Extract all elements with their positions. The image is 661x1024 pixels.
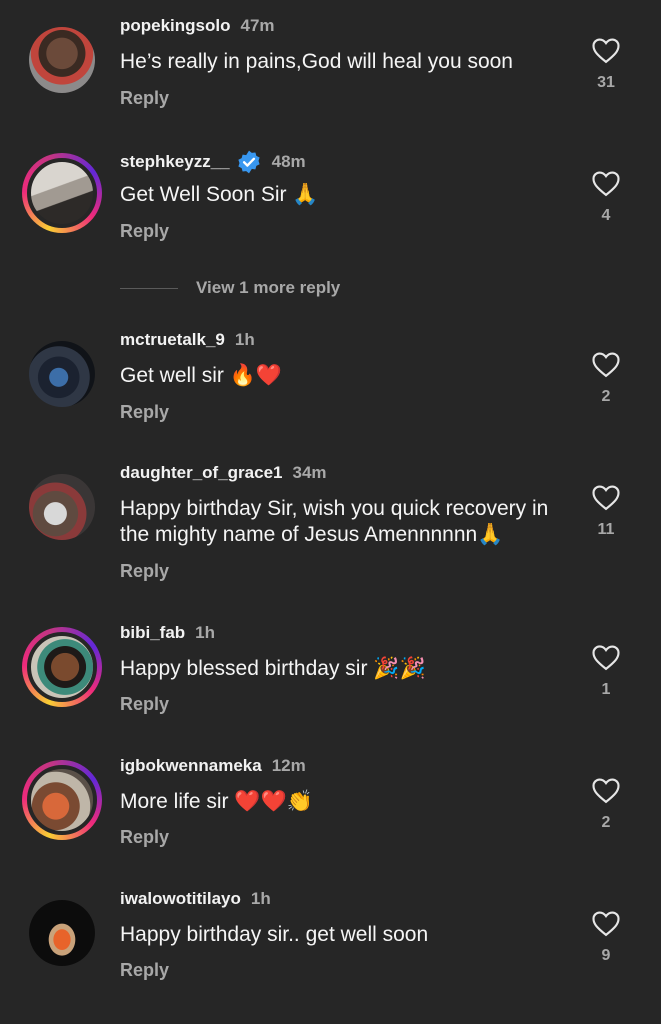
reply-button[interactable]: Reply bbox=[120, 221, 169, 242]
divider bbox=[120, 287, 178, 289]
username[interactable]: igbokwennameka bbox=[120, 756, 262, 776]
comment-time: 1h bbox=[195, 623, 216, 642]
avatar[interactable] bbox=[22, 153, 102, 233]
comment-text: Get well sir 🔥❤️ bbox=[120, 364, 282, 387]
heart-outline-icon bbox=[592, 352, 620, 378]
comment-text: Happy birthday sir.. get well soon bbox=[120, 923, 429, 946]
like-count: 4 bbox=[601, 207, 611, 224]
verified-badge-icon bbox=[236, 149, 262, 175]
like-button[interactable]: 1 bbox=[586, 643, 626, 699]
comment-time: 48m bbox=[271, 152, 306, 171]
like-button[interactable]: 11 bbox=[586, 483, 626, 539]
avatar[interactable] bbox=[22, 893, 102, 973]
avatar[interactable] bbox=[22, 334, 102, 414]
comment-text: Happy birthday Sir, wish you quick recov… bbox=[120, 497, 549, 546]
heart-outline-icon bbox=[592, 38, 620, 64]
avatar[interactable] bbox=[22, 627, 102, 707]
comment-time: 1h bbox=[250, 889, 271, 908]
heart-outline-icon bbox=[592, 171, 620, 197]
like-count: 2 bbox=[601, 388, 611, 405]
comment-text: Get Well Soon Sir 🙏 bbox=[120, 183, 319, 206]
heart-outline-icon bbox=[592, 485, 620, 511]
comment-text: More life sir ❤️❤️👏 bbox=[120, 790, 313, 813]
avatar[interactable] bbox=[22, 467, 102, 547]
comment-time: 1h bbox=[234, 330, 255, 349]
avatar[interactable] bbox=[22, 20, 102, 100]
heart-outline-icon bbox=[592, 645, 620, 671]
reply-button[interactable]: Reply bbox=[120, 88, 169, 109]
like-button[interactable]: 9 bbox=[586, 909, 626, 965]
comment-time: 47m bbox=[240, 16, 275, 35]
like-count: 9 bbox=[601, 947, 611, 964]
avatar[interactable] bbox=[22, 760, 102, 840]
view-more-replies[interactable]: View 1 more reply bbox=[120, 278, 340, 298]
like-count: 31 bbox=[597, 74, 615, 91]
username[interactable]: daughter_of_grace1 bbox=[120, 463, 283, 483]
like-button[interactable]: 4 bbox=[586, 169, 626, 225]
comment-text: Happy blessed birthday sir 🎉🎉 bbox=[120, 657, 426, 680]
heart-outline-icon bbox=[592, 911, 620, 937]
like-count: 2 bbox=[601, 814, 611, 831]
view-more-replies-label[interactable]: View 1 more reply bbox=[196, 278, 340, 298]
reply-button[interactable]: Reply bbox=[120, 960, 169, 981]
reply-button[interactable]: Reply bbox=[120, 561, 169, 582]
like-button[interactable]: 31 bbox=[586, 36, 626, 92]
reply-button[interactable]: Reply bbox=[120, 402, 169, 423]
username[interactable]: mctruetalk_9 bbox=[120, 330, 225, 350]
username[interactable]: iwalowotitilayo bbox=[120, 889, 241, 909]
comment-text: He’s really in pains,God will heal you s… bbox=[120, 50, 513, 73]
username[interactable]: bibi_fab bbox=[120, 623, 185, 643]
reply-button[interactable]: Reply bbox=[120, 827, 169, 848]
like-count: 1 bbox=[601, 681, 611, 698]
like-button[interactable]: 2 bbox=[586, 350, 626, 406]
heart-outline-icon bbox=[592, 778, 620, 804]
username[interactable]: popekingsolo bbox=[120, 16, 231, 36]
reply-button[interactable]: Reply bbox=[120, 694, 169, 715]
comment-time: 12m bbox=[271, 756, 306, 775]
like-count: 11 bbox=[597, 521, 615, 538]
username[interactable]: stephkeyzz__ bbox=[120, 152, 230, 172]
comment-time: 34m bbox=[292, 463, 327, 482]
like-button[interactable]: 2 bbox=[586, 776, 626, 832]
